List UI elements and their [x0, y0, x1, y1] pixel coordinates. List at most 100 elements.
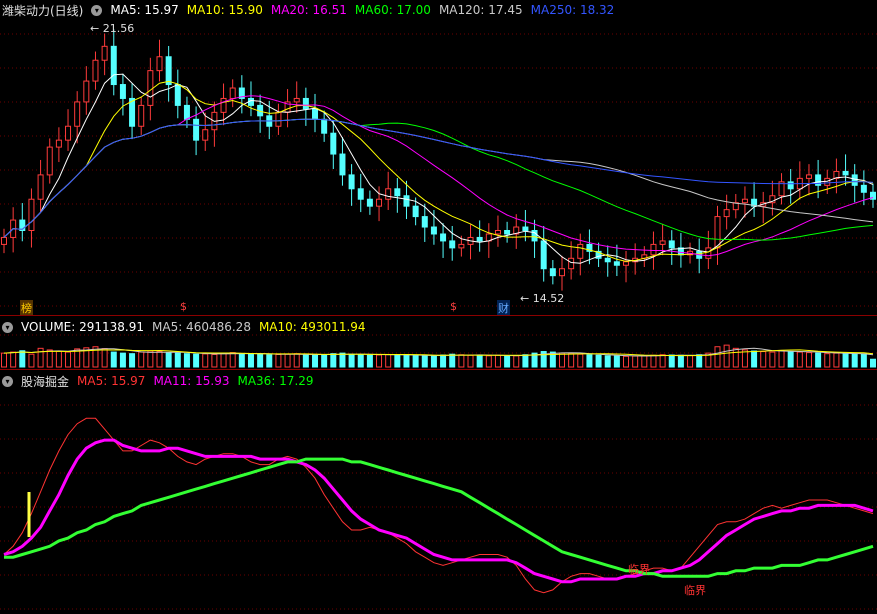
- volume-bar: [238, 353, 245, 368]
- candle-body: [156, 56, 163, 72]
- critical-label-2: 临界: [684, 584, 706, 597]
- candle-body: [55, 139, 62, 148]
- candle-body: [28, 198, 35, 232]
- volume-bar: [467, 354, 474, 368]
- indicator-chart-pane[interactable]: ▾ 股海掘金 MA5: 15.97 MA11: 15.93 MA36: 17.29 …: [0, 371, 877, 614]
- candle-body: [787, 181, 794, 190]
- candle-body: [229, 87, 236, 99]
- volume-bar: [714, 346, 721, 368]
- candle-body: [366, 198, 373, 207]
- indicator-header: ▾ 股海掘金 MA5: 15.97 MA11: 15.93 MA36: 17.29: [2, 373, 314, 389]
- candle-body: [476, 236, 483, 242]
- volume-bar: [1, 352, 7, 368]
- dividend-tag-2[interactable]: $: [450, 300, 457, 313]
- volume-bar: [293, 353, 300, 368]
- volume-bar: [613, 355, 620, 368]
- volume-bar: [623, 355, 630, 368]
- volume-bar: [723, 344, 730, 368]
- candle-body: [302, 97, 309, 110]
- rank-tag[interactable]: 榜: [20, 300, 33, 315]
- price-chart-pane[interactable]: 潍柴动力(日线) ▾ MA5: 15.97 MA10: 15.90 MA20: 16…: [0, 0, 877, 315]
- volume-bar: [650, 354, 657, 368]
- volume-bar: [677, 354, 684, 368]
- candle-body: [604, 257, 611, 263]
- candle-body: [449, 240, 456, 249]
- candle-body: [650, 243, 657, 256]
- candle-body: [623, 261, 630, 266]
- volume-bar: [257, 353, 264, 368]
- candle-body: [430, 226, 437, 235]
- candle-body: [558, 268, 565, 277]
- volume-bar: [732, 347, 739, 368]
- volume-bar: [138, 351, 145, 368]
- ma-legend-item-0: MA5: 15.97: [110, 3, 179, 17]
- pane-divider[interactable]: [0, 369, 877, 370]
- volume-bar: [577, 353, 584, 368]
- candle-body: [165, 56, 172, 86]
- candle-body: [714, 216, 721, 249]
- candle-body: [568, 257, 575, 270]
- volume-bar: [183, 353, 190, 368]
- indicator-lines[interactable]: [0, 371, 877, 614]
- candle-body: [741, 198, 748, 204]
- candlestick-chart[interactable]: [0, 0, 877, 315]
- volume-bar: [156, 351, 163, 368]
- candle-body: [275, 111, 282, 127]
- volume-bar: [787, 351, 794, 368]
- volume-bar: [174, 352, 181, 368]
- volume-bar: [449, 353, 456, 368]
- volume-bar: [595, 354, 602, 368]
- volume-bar: [485, 355, 492, 368]
- dividend-tag-1[interactable]: $: [180, 300, 187, 313]
- volume-bar: [632, 355, 639, 368]
- volume-bar: [522, 354, 529, 368]
- volume-bar: [165, 352, 172, 368]
- candle-body: [577, 243, 584, 259]
- volume-bar: [430, 355, 437, 368]
- pane-divider[interactable]: [0, 315, 877, 316]
- moving-average-line: [3, 118, 874, 238]
- volume-bar: [10, 351, 17, 368]
- settings-circle-icon[interactable]: ▾: [2, 321, 13, 333]
- volume-bar: [760, 351, 767, 368]
- high-price-label: ← 21.56: [90, 22, 135, 35]
- volume-bar: [65, 351, 72, 368]
- candle-body: [403, 195, 410, 207]
- candle-body: [147, 70, 154, 106]
- critical-label-1: 临界: [628, 563, 650, 576]
- volume-bar: [751, 350, 758, 368]
- volume-bar: [357, 354, 364, 368]
- candle-body: [723, 209, 730, 218]
- candle-body: [83, 80, 90, 103]
- candle-body: [65, 125, 72, 141]
- volume-bar: [568, 353, 575, 368]
- volume-bar: [376, 354, 383, 368]
- finance-report-tag[interactable]: 财: [497, 300, 510, 315]
- volume-legend-item-0: VOLUME: 291138.91: [21, 320, 144, 334]
- volume-bar: [696, 354, 703, 368]
- volume-bar: [641, 355, 648, 368]
- volume-bar: [586, 354, 593, 368]
- indicator-legend-item-1: MA11: 15.93: [153, 374, 230, 388]
- volume-header: ▾ VOLUME: 291138.91 MA5: 460486.28 MA10: 4…: [2, 319, 366, 335]
- candle-body: [174, 84, 181, 106]
- volume-bar: [348, 353, 355, 368]
- indicator-legend-item-0: MA5: 15.97: [77, 374, 146, 388]
- volume-bar: [284, 353, 291, 368]
- volume-bar: [504, 355, 511, 368]
- volume-bar: [55, 350, 62, 368]
- volume-chart-pane[interactable]: ▾ VOLUME: 291138.91 MA5: 460486.28 MA10: 4…: [0, 317, 877, 369]
- settings-circle-icon[interactable]: ▾: [2, 375, 13, 387]
- ma-legend-item-5: MA250: 18.32: [530, 3, 615, 17]
- volume-bar: [805, 352, 812, 368]
- volume-bar: [321, 354, 328, 368]
- ma-legend-item-4: MA120: 17.45: [438, 3, 523, 17]
- ma-legend-item-2: MA20: 16.51: [270, 3, 347, 17]
- volume-bar: [659, 354, 666, 368]
- volume-bar: [769, 351, 776, 368]
- settings-circle-icon[interactable]: ▾: [91, 4, 103, 16]
- volume-legend-item-2: MA10: 493011.94: [258, 320, 366, 334]
- volume-bar: [110, 351, 117, 368]
- candle-body: [824, 177, 831, 186]
- candle-body: [668, 240, 675, 249]
